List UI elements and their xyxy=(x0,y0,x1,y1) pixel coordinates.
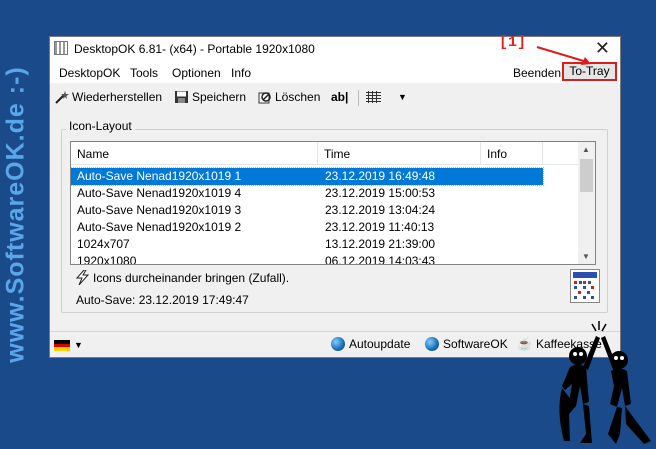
magic-wand-icon xyxy=(55,91,69,104)
annotation-arrow-icon xyxy=(536,46,591,65)
app-window: DesktopOK 6.81- (x64) - Portable 1920x10… xyxy=(49,34,621,358)
coffee-cup-icon: ☕ xyxy=(517,337,532,351)
watermark-text: www.SoftwareOK.de :-) xyxy=(1,66,30,363)
row-name: 1920x1080 xyxy=(77,254,137,265)
row-time: 23.12.2019 16:49:48 xyxy=(325,169,436,183)
chevron-down-icon: ▼ xyxy=(398,92,407,102)
col-info[interactable]: Info xyxy=(481,142,543,164)
layout-list[interactable]: Name Time Info ﹀ Auto-Save Nenad1920x101… xyxy=(70,141,596,265)
language-dropdown-icon[interactable]: ▼ xyxy=(74,340,83,350)
row-name: Auto-Save Nenad1920x1019 4 xyxy=(77,186,242,200)
status-bar: ▼ Autoupdate SoftwareOK ☕ Kaffeekasse xyxy=(50,331,620,358)
beenden-button[interactable]: Beenden xyxy=(513,66,561,80)
sort-arrow-icon: ﹀ xyxy=(394,141,402,148)
row-name: Auto-Save Nenad1920x1019 1 xyxy=(77,169,242,183)
side-watermark: www.SoftwareOK.de :-) xyxy=(0,0,38,449)
row-name: Auto-Save Nenad1920x1019 2 xyxy=(77,220,242,234)
globe-icon xyxy=(331,337,345,351)
list-header: Name Time Info ﹀ xyxy=(71,142,578,165)
delete-label: Löschen xyxy=(275,90,321,104)
row-name: 1024x707 xyxy=(77,237,130,251)
row-time: 13.12.2019 21:39:00 xyxy=(325,237,436,251)
rename-button[interactable]: ab| xyxy=(331,90,348,104)
save-button[interactable]: Speichern xyxy=(174,90,246,104)
desktopok-logo-icon xyxy=(570,269,600,303)
annotation-label: [1] xyxy=(499,34,527,51)
menu-tools[interactable]: Tools xyxy=(130,66,158,80)
randomize-label: Icons durcheinander bringen (Zufall). xyxy=(93,270,290,285)
group-label: Icon-Layout xyxy=(66,119,135,133)
grid-view-icon xyxy=(366,91,381,103)
autosave-status: Auto-Save: 23.12.2019 17:49:47 xyxy=(76,293,249,307)
close-button[interactable]: ✕ xyxy=(595,38,610,59)
row-time: 06.12.2019 14:03:43 xyxy=(325,254,436,265)
floppy-icon xyxy=(175,91,188,103)
save-label: Speichern xyxy=(192,90,247,104)
menu-optionen[interactable]: Optionen xyxy=(172,66,221,80)
randomize-button[interactable]: Icons durcheinander bringen (Zufall). xyxy=(76,270,289,285)
autoupdate-link[interactable]: Autoupdate xyxy=(331,337,410,351)
table-row[interactable]: 1920x1080 06.12.2019 14:03:43 xyxy=(71,253,543,265)
toolbar-separator xyxy=(358,90,359,106)
table-row[interactable]: Auto-Save Nenad1920x1019 3 23.12.2019 13… xyxy=(71,202,543,219)
scroll-thumb[interactable] xyxy=(580,159,593,192)
delete-icon xyxy=(258,92,271,104)
softwareok-label: SoftwareOK xyxy=(443,337,508,351)
app-icon xyxy=(54,41,68,55)
rename-icon: ab| xyxy=(331,90,349,104)
globe-icon xyxy=(425,337,439,351)
restore-button[interactable]: Wiederherstellen xyxy=(54,90,162,104)
row-time: 23.12.2019 11:40:13 xyxy=(325,220,435,234)
scroll-up-icon[interactable]: ▲ xyxy=(582,145,590,154)
scroll-down-icon[interactable]: ▼ xyxy=(582,252,590,261)
softwareok-link[interactable]: SoftwareOK xyxy=(425,337,508,351)
restore-label: Wiederherstellen xyxy=(72,90,163,104)
table-row[interactable]: Auto-Save Nenad1920x1019 2 23.12.2019 11… xyxy=(71,219,543,236)
table-row[interactable]: 1024x707 13.12.2019 21:39:00 xyxy=(71,236,543,253)
lightning-icon xyxy=(76,270,89,285)
menu-info[interactable]: Info xyxy=(231,66,251,80)
table-row[interactable]: Auto-Save Nenad1920x1019 4 23.12.2019 15… xyxy=(71,185,543,202)
table-row[interactable]: Auto-Save Nenad1920x1019 1 23.12.2019 16… xyxy=(71,167,544,186)
row-time: 23.12.2019 15:00:53 xyxy=(325,186,436,200)
toolbar: Wiederherstellen Speichern Löschen ab| ▼ xyxy=(50,85,620,109)
vertical-scrollbar[interactable]: ▲ ▼ xyxy=(578,142,595,264)
row-time: 23.12.2019 13:04:24 xyxy=(325,203,436,217)
delete-button[interactable]: Löschen xyxy=(257,90,320,104)
high-five-figures-icon xyxy=(559,321,651,444)
window-title: DesktopOK 6.81- (x64) - Portable 1920x10… xyxy=(74,42,315,56)
col-name[interactable]: Name xyxy=(71,142,318,164)
german-flag-icon[interactable] xyxy=(54,340,70,351)
view-dropdown[interactable]: ▼ xyxy=(366,90,407,104)
menu-desktopok[interactable]: DesktopOK xyxy=(59,66,120,80)
autoupdate-label: Autoupdate xyxy=(349,337,411,351)
row-name: Auto-Save Nenad1920x1019 3 xyxy=(77,203,242,217)
